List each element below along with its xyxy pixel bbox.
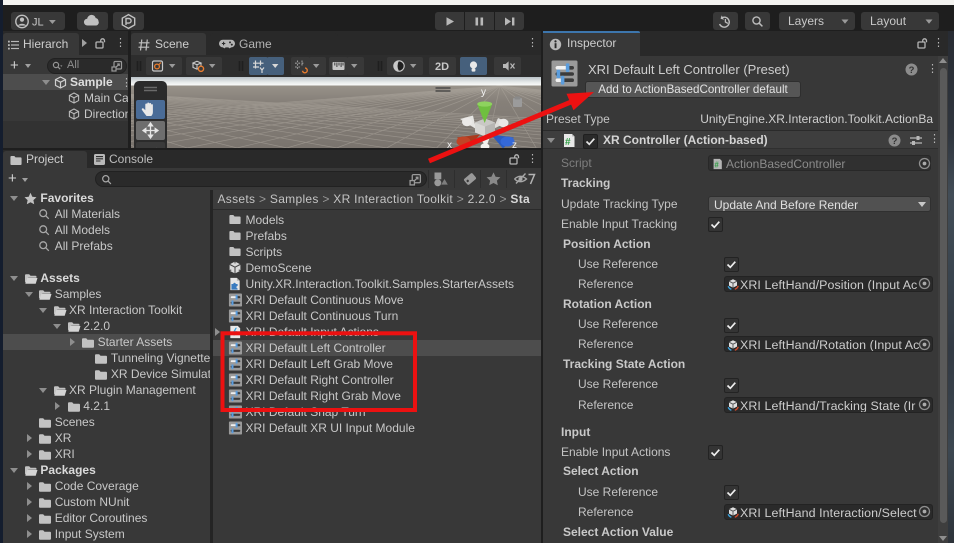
svg-text:z: z	[512, 140, 517, 148]
svg-text:y: y	[481, 87, 486, 98]
svg-text:2D: 2D	[435, 61, 449, 73]
svg-text:?: ?	[892, 136, 898, 147]
svg-text:#: #	[714, 160, 719, 169]
svg-text:#: #	[565, 137, 571, 148]
svg-text:?: ?	[909, 65, 915, 76]
svg-text:x: x	[447, 140, 452, 148]
svg-text:JL: JL	[32, 17, 44, 29]
